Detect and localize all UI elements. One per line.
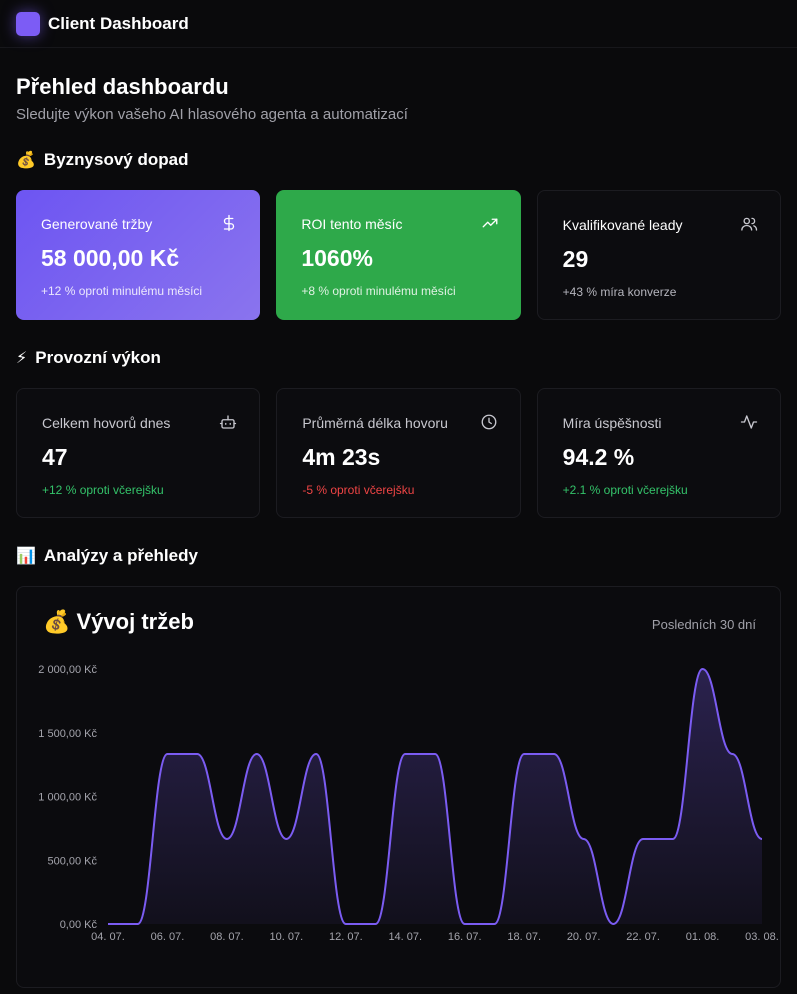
card-value: 4m 23s [302,444,381,470]
revenue-card[interactable]: Generované tržby 58 000,00 Kč +12 % opro… [16,190,261,320]
leads-card[interactable]: Kvalifikované leady 29 +43 % míra konver… [536,190,782,320]
money-bag-icon: 💰 [43,609,71,634]
section-ops-title: ⚡ Provozní výkon [16,348,781,368]
section-ops-label: Provozní výkon [35,348,161,367]
card-label: Míra úspěšnosti [562,415,662,431]
trending-up-icon [482,218,498,228]
card-label: ROI tento měsíc [301,216,403,232]
x-tick-label: 20. 07. [567,931,601,943]
x-tick-label: 01. 08. [686,931,720,943]
card-note: -5 % oproti včerejšku [302,483,415,497]
card-note: +12 % oproti včerejšku [42,483,164,497]
x-tick-label: 18. 07. [507,931,541,943]
activity-icon [740,415,758,429]
dollar-icon [224,214,235,232]
section-business-title: 💰 Byznysový dopad [16,150,781,170]
card-note: +43 % míra konverze [562,285,677,299]
y-tick-label: 1 500,00 Kč [38,728,97,740]
card-value: 29 [562,246,589,272]
app-title: Client Dashboard [48,13,189,33]
main-content: Přehled dashboardu Sledujte výkon vašeho… [0,74,797,988]
revenue-chart[interactable]: 0,00 Kč 500,00 Kč 1 000,00 Kč 1 500,00 Kč 2 … [17,587,781,987]
card-note: +12 % oproti minulému měsíci [41,284,203,298]
x-tick-label: 22. 07. [626,931,660,943]
revenue-chart-card: 0,00 Kč 500,00 Kč 1 000,00 Kč 1 500,00 Kč 2 … [16,586,781,988]
card-value: 94.2 % [562,444,635,470]
bot-icon [220,415,237,429]
card-value: 47 [42,444,68,470]
top-bar: Client Dashboard [0,0,797,48]
section-business-label: Byznysový dopad [43,150,189,169]
x-tick-label: 08. 07. [210,931,244,943]
section-analytics-label: Analýzy a přehledy [43,546,198,565]
calls-card[interactable]: Celkem hovorů dnes 47 +12 % oproti včere… [16,388,261,518]
chart-range-label: Posledních 30 dní [651,617,756,632]
ops-cards: Celkem hovorů dnes 47 +12 % oproti včere… [16,388,781,518]
bar-chart-icon: 📊 [16,548,36,565]
x-tick-label: 14. 07. [388,931,422,943]
card-value: 58 000,00 Kč [41,245,180,271]
y-tick-label: 0,00 Kč [60,919,98,931]
x-tick-label: 03. 08. [745,931,779,943]
card-note: +8 % oproti minulému měsíci [301,284,456,298]
revenue-area [108,669,762,924]
x-tick-label: 06. 07. [151,931,185,943]
y-tick-label: 1 000,00 Kč [38,792,97,804]
duration-card[interactable]: Průměrná délka hovoru 4m 23s -5 % oproti… [276,388,521,518]
business-cards: Generované tržby 58 000,00 Kč +12 % opro… [16,190,782,320]
page-title: Přehled dashboardu [16,74,229,99]
chart-title: 💰 Vývoj tržeb [43,609,194,635]
card-label: Celkem hovorů dnes [42,415,171,431]
money-bag-icon: 💰 [16,152,36,169]
y-tick-label: 500,00 Kč [47,855,97,867]
x-tick-label: 12. 07. [329,931,363,943]
card-label: Kvalifikované leady [562,217,683,233]
clock-icon [481,414,497,430]
app-logo [16,11,40,36]
page-subtitle: Sledujte výkon vašeho AI hlasového agent… [16,106,408,123]
y-tick-label: 2 000,00 Kč [38,664,97,676]
card-note: +2.1 % oproti včerejšku [562,483,688,497]
users-icon [741,217,758,231]
roi-card[interactable]: ROI tento měsíc 1060% +8 % oproti minulé… [276,190,521,320]
x-tick-label: 16. 07. [448,931,482,943]
lightning-icon: ⚡ [16,350,28,367]
x-tick-label: 04. 07. [91,931,125,943]
card-value: 1060% [301,245,373,271]
x-tick-label: 10. 07. [270,931,304,943]
section-analytics-title: 📊 Analýzy a přehledy [16,546,781,566]
card-label: Průměrná délka hovoru [302,415,448,431]
chart-title-text: Vývoj tržeb [76,609,194,634]
card-label: Generované tržby [41,216,153,232]
success-rate-card[interactable]: Míra úspěšnosti 94.2 % +2.1 % oproti vče… [536,388,781,518]
